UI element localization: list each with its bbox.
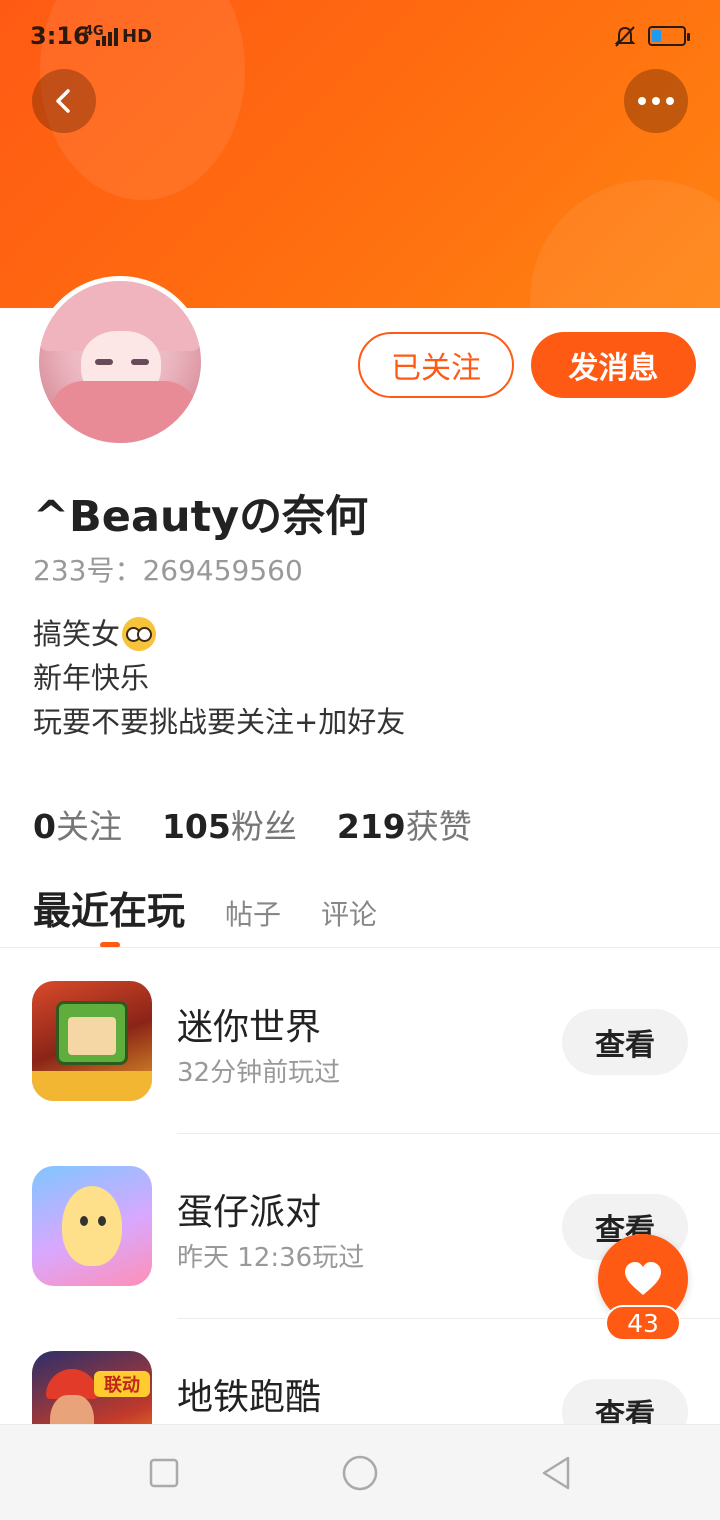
view-button[interactable]: 查看 (562, 1009, 688, 1075)
stat-likes[interactable]: 219获赞 (337, 800, 472, 848)
game-last-played: 32分钟前玩过 (177, 1058, 341, 1088)
profile-stats: 0关注 105粉丝 219获赞 (33, 800, 472, 848)
game-last-played: 昨天 12:36玩过 (177, 1243, 365, 1273)
system-nav-bar (0, 1424, 720, 1520)
back-button[interactable] (32, 69, 96, 133)
user-id: 233号：269459560 (33, 554, 303, 587)
game-name: 蛋仔派对 (177, 1192, 322, 1233)
tab-posts[interactable]: 帖子 (225, 893, 281, 933)
list-item[interactable]: 迷你世界 32分钟前玩过 查看 (0, 981, 720, 1166)
triangle-back-icon[interactable] (538, 1455, 574, 1491)
username: ^Beautyの奈何 (33, 492, 369, 542)
more-options-button[interactable] (624, 69, 688, 133)
stat-followers[interactable]: 105粉丝 (162, 800, 297, 848)
game-name: 地铁跑酷 (177, 1377, 322, 1418)
tab-recently-played[interactable]: 最近在玩 (33, 880, 185, 935)
game-name: 迷你世界 (177, 1007, 322, 1048)
chevron-left-icon (56, 89, 70, 113)
profile-tabs: 最近在玩 帖子 评论 (33, 880, 377, 935)
signal-icon (96, 28, 118, 46)
game-icon-mini-world (32, 981, 152, 1101)
bio-line: 玩要不要挑战要关注+加好友 (33, 705, 406, 739)
circle-icon[interactable] (342, 1455, 378, 1491)
divider (0, 947, 720, 948)
tab-comments[interactable]: 评论 (321, 893, 377, 933)
vibrate-mode-icon (612, 24, 638, 50)
following-button[interactable]: 已关注 (358, 332, 514, 398)
status-time: 3:16 (30, 22, 90, 50)
like-count-badge: 43 (605, 1305, 681, 1341)
bio-line: 新年快乐 (33, 661, 150, 695)
divider (177, 1133, 720, 1134)
heart-icon (625, 1262, 661, 1295)
bio: 搞笑女 新年快乐 玩要不要挑战要关注+加好友 (33, 612, 405, 744)
nerd-face-icon (122, 617, 157, 651)
square-icon[interactable] (146, 1455, 182, 1491)
send-message-button[interactable]: 发消息 (531, 332, 696, 398)
stat-following[interactable]: 0关注 (33, 800, 122, 848)
hd-indicator: HD (122, 26, 153, 47)
bio-line: 搞笑女 (33, 612, 405, 656)
avatar[interactable] (34, 276, 206, 448)
header-decoration (530, 180, 720, 308)
battery-icon (648, 26, 690, 46)
game-icon-eggy-party (32, 1166, 152, 1286)
more-horizontal-icon (638, 97, 674, 105)
